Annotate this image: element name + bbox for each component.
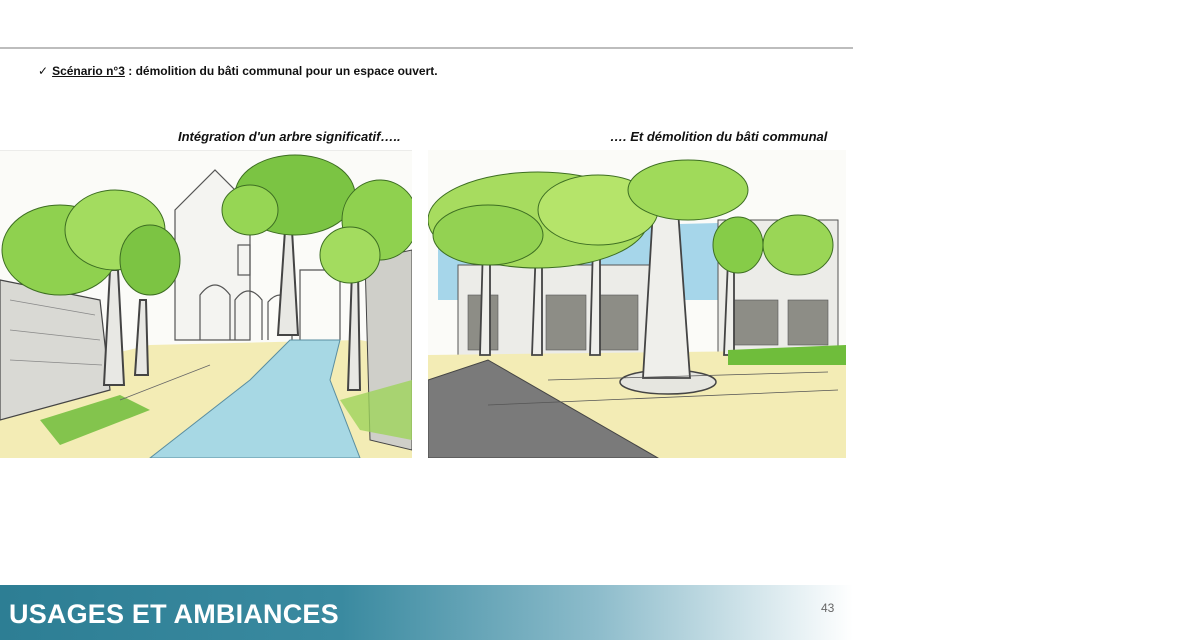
page-number: 43 — [821, 601, 835, 615]
footer-banner: USAGES ET AMBIANCES — [0, 585, 853, 640]
checkmark-icon: ✓ — [38, 64, 49, 78]
sketch-open-square — [428, 150, 846, 458]
right-image-caption: …. Et démolition du bâti communal — [610, 129, 828, 144]
scenario-label: Scénario n°3 — [52, 64, 125, 78]
scenario-description: démolition du bâti communal pour un espa… — [135, 64, 438, 78]
scenario-heading: ✓ Scénario n°3 : démolition du bâti commu… — [38, 64, 438, 78]
left-image-caption: Intégration d'un arbre significatif….. — [178, 129, 401, 144]
scenario-separator: : — [124, 64, 136, 78]
header-divider — [0, 47, 853, 49]
section-title: USAGES ET AMBIANCES — [9, 599, 339, 629]
sketch-tree-integration — [0, 150, 412, 458]
